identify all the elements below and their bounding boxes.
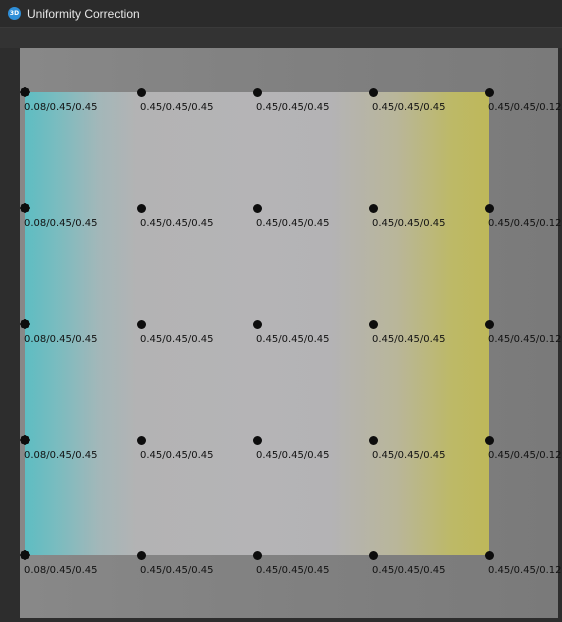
control-point-value: 0.08/0.45/0.45 [24, 450, 98, 461]
control-point-value: 0.08/0.45/0.45 [24, 565, 98, 576]
control-point-handle[interactable] [368, 203, 378, 213]
control-point-handle[interactable] [368, 550, 378, 560]
control-point-handle[interactable] [19, 202, 31, 214]
control-point-handle[interactable] [19, 549, 31, 561]
control-point-handle[interactable] [136, 319, 146, 329]
control-point-handle[interactable] [484, 550, 494, 560]
control-point-value: 0.08/0.45/0.45 [24, 102, 98, 113]
control-point-value: 0.45/0.45/0.45 [140, 450, 214, 461]
control-point-handle[interactable] [136, 203, 146, 213]
control-point-handle[interactable] [252, 87, 262, 97]
control-point-handle[interactable] [252, 550, 262, 560]
control-point-value: 0.45/0.45/0.45 [140, 102, 214, 113]
control-point-value: 0.45/0.45/0.45 [372, 565, 446, 576]
control-point-handle[interactable] [484, 203, 494, 213]
control-point-value: 0.45/0.45/0.45 [372, 334, 446, 345]
control-point-handle[interactable] [252, 203, 262, 213]
control-point-handle[interactable] [19, 86, 31, 98]
control-point-value: 0.45/0.45/0.12 [488, 334, 562, 345]
control-point-value: 0.45/0.45/0.45 [140, 565, 214, 576]
control-point-handle[interactable] [368, 319, 378, 329]
control-point-value: 0.45/0.45/0.45 [256, 218, 330, 229]
control-point-handle[interactable] [484, 319, 494, 329]
control-point-value: 0.45/0.45/0.45 [372, 450, 446, 461]
control-point-value: 0.45/0.45/0.12 [488, 450, 562, 461]
control-point-value: 0.45/0.45/0.45 [372, 218, 446, 229]
control-point-value: 0.45/0.45/0.45 [140, 334, 214, 345]
control-point-handle[interactable] [19, 318, 31, 330]
control-point-value: 0.45/0.45/0.12 [488, 102, 562, 113]
control-point-handle[interactable] [136, 550, 146, 560]
control-point-handle[interactable] [368, 435, 378, 445]
control-point-handle[interactable] [484, 87, 494, 97]
control-point-handle[interactable] [252, 319, 262, 329]
control-point-handle[interactable] [368, 87, 378, 97]
control-point-grid: 0.08/0.45/0.45 0.45/0.45/0.45 0.45/0.45/0.… [0, 0, 562, 622]
control-point-handle[interactable] [252, 435, 262, 445]
control-point-handle[interactable] [136, 435, 146, 445]
control-point-value: 0.45/0.45/0.12 [488, 218, 562, 229]
control-point-value: 0.45/0.45/0.12 [488, 565, 562, 576]
control-point-handle[interactable] [19, 434, 31, 446]
uniformity-correction-window: 3D Uniformity Correction 0.08/0.45/0.45 0… [0, 0, 562, 622]
control-point-value: 0.45/0.45/0.45 [372, 102, 446, 113]
control-point-value: 0.08/0.45/0.45 [24, 334, 98, 345]
control-point-value: 0.45/0.45/0.45 [256, 565, 330, 576]
control-point-value: 0.45/0.45/0.45 [140, 218, 214, 229]
control-point-value: 0.45/0.45/0.45 [256, 334, 330, 345]
control-point-value: 0.08/0.45/0.45 [24, 218, 98, 229]
control-point-handle[interactable] [484, 435, 494, 445]
control-point-value: 0.45/0.45/0.45 [256, 450, 330, 461]
control-point-handle[interactable] [136, 87, 146, 97]
control-point-value: 0.45/0.45/0.45 [256, 102, 330, 113]
